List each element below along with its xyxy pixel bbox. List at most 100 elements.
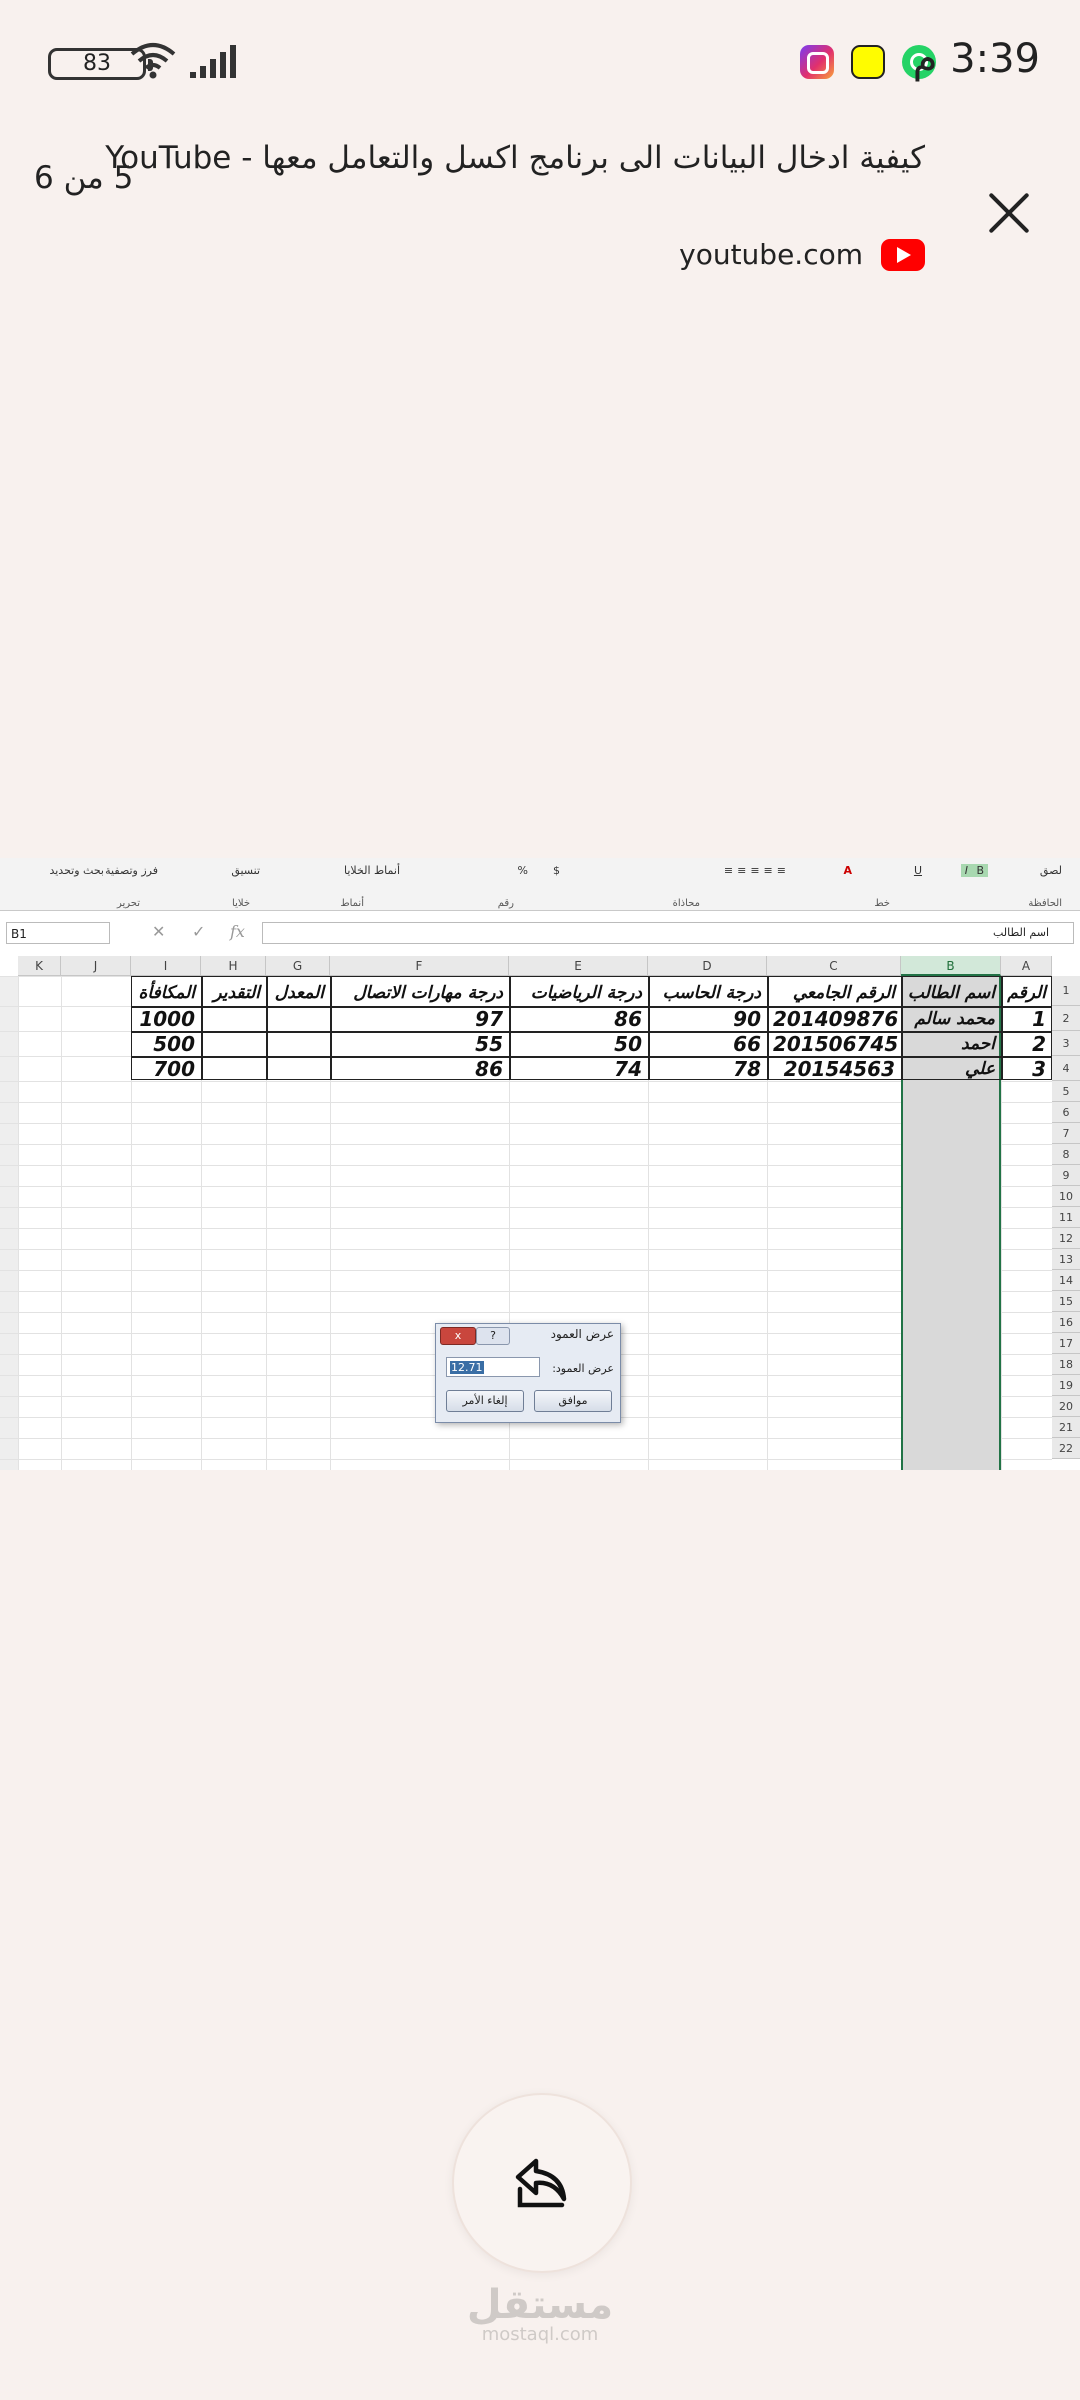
row-header: 1 bbox=[1052, 976, 1080, 1006]
row-header: 6 bbox=[1052, 1102, 1080, 1123]
row-header: 5 bbox=[1052, 1081, 1080, 1102]
gridline bbox=[0, 1081, 1052, 1082]
column-header: J bbox=[61, 956, 131, 976]
gridline bbox=[0, 1144, 1052, 1145]
fx-icon: fx bbox=[230, 922, 245, 941]
gridline bbox=[0, 1438, 1052, 1439]
gridline bbox=[61, 976, 62, 1470]
table-cell: 66 bbox=[733, 1032, 761, 1056]
group-styles: أنماط bbox=[340, 898, 364, 909]
column-header: I bbox=[131, 956, 201, 976]
table-cell bbox=[266, 1057, 330, 1081]
paste-button: لصق bbox=[1039, 864, 1062, 877]
row-header: 20 bbox=[1052, 1396, 1080, 1417]
column-width-input[interactable]: 12.71 bbox=[446, 1357, 540, 1377]
table-cell bbox=[201, 1057, 266, 1081]
table-cell: 500 bbox=[153, 1032, 195, 1056]
table-cell: 86 bbox=[614, 1007, 642, 1031]
row-header: 21 bbox=[1052, 1417, 1080, 1438]
row-header: 9 bbox=[1052, 1165, 1080, 1186]
table-header-cell: درجة مهارات الاتصال bbox=[353, 983, 503, 1003]
source-link[interactable]: youtube.com bbox=[679, 238, 925, 271]
row-header: 18 bbox=[1052, 1354, 1080, 1375]
row-header: 11 bbox=[1052, 1207, 1080, 1228]
row-header: 14 bbox=[1052, 1270, 1080, 1291]
excel-screenshot: لصق B I U A ≡≡≡≡≡ $ % أنماط الخلايا تنسي… bbox=[0, 858, 1080, 1470]
gridline bbox=[0, 1102, 1052, 1103]
table-cell: محمد سالم bbox=[914, 1009, 995, 1029]
group-clipboard: الحافظة bbox=[1028, 898, 1062, 909]
table-cell bbox=[201, 1007, 266, 1031]
column-header: C bbox=[767, 956, 901, 976]
table-header-cell: اسم الطالب bbox=[907, 983, 995, 1003]
format-button: تنسيق bbox=[231, 864, 260, 877]
ok-button[interactable]: موافق bbox=[534, 1390, 612, 1412]
row-header: 2 bbox=[1052, 1006, 1080, 1031]
group-font: خط bbox=[874, 898, 890, 909]
check-icon: ✓ bbox=[192, 922, 206, 941]
table-cell: علي bbox=[965, 1059, 995, 1079]
column-width-dialog: x ? عرض العمود عرض العمود: 12.71 موافق إ… bbox=[435, 1323, 621, 1423]
column-header: F bbox=[330, 956, 509, 976]
page-title: كيفية ادخال البيانات الى برنامج اكسل وال… bbox=[105, 140, 925, 176]
gridline bbox=[0, 1459, 1052, 1460]
column-header: B bbox=[901, 956, 1001, 976]
gridline bbox=[0, 1249, 1052, 1250]
table-header-cell: الرقم bbox=[1007, 983, 1046, 1003]
table-cell: 2 bbox=[1032, 1032, 1046, 1056]
underline-button: U bbox=[913, 864, 922, 877]
row-header: 3 bbox=[1052, 1031, 1080, 1056]
table-cell: 20154563 bbox=[783, 1057, 895, 1081]
table-cell: 86 bbox=[475, 1057, 503, 1081]
sheet-grid: A B C D E F G H I J K 1 2 3 4 5 6 7 8 9 10 11 12 13 1… bbox=[0, 956, 1080, 1470]
column-header: A bbox=[1001, 956, 1052, 976]
formula-input: اسم الطالب bbox=[262, 922, 1074, 944]
cancel-button[interactable]: إلغاء الأمر bbox=[446, 1390, 524, 1412]
font-color-icon: A bbox=[843, 864, 852, 877]
table-cell: 1 bbox=[1032, 1007, 1046, 1031]
table-header-cell: المعدل bbox=[274, 983, 324, 1003]
table-cell: 55 bbox=[475, 1032, 503, 1056]
table-cell: 1000 bbox=[139, 1007, 195, 1031]
cell-styles-button: أنماط الخلايا bbox=[344, 864, 400, 877]
table-cell: احمد bbox=[961, 1034, 995, 1054]
gridline bbox=[0, 1312, 1052, 1313]
gridline bbox=[0, 1228, 1052, 1229]
align-icons: ≡≡≡≡≡ bbox=[723, 864, 790, 877]
column-header: E bbox=[509, 956, 648, 976]
table-cell: 201506745 bbox=[773, 1032, 899, 1056]
row-header: 7 bbox=[1052, 1123, 1080, 1144]
table-cell: 97 bbox=[475, 1007, 503, 1031]
table-header-cell: التقدير bbox=[213, 983, 260, 1003]
row-header: 17 bbox=[1052, 1333, 1080, 1354]
table-cell: 90 bbox=[733, 1007, 761, 1031]
italic-button: I bbox=[960, 864, 972, 877]
status-bar: 83 3:39 م bbox=[0, 0, 1080, 130]
share-button[interactable] bbox=[452, 2093, 632, 2273]
row-header: 4 bbox=[1052, 1056, 1080, 1081]
gridline bbox=[0, 1291, 1052, 1292]
snapchat-icon bbox=[851, 45, 885, 79]
table-cell bbox=[266, 1007, 330, 1031]
table-cell: 700 bbox=[153, 1057, 195, 1081]
formula-bar: B1 ✕ ✓ fx اسم الطالب bbox=[0, 916, 1080, 950]
table-cell: 201409876 bbox=[773, 1007, 899, 1031]
wifi-icon bbox=[130, 43, 176, 79]
dialog-close-button[interactable]: x bbox=[440, 1327, 476, 1345]
close-icon[interactable] bbox=[986, 190, 1032, 236]
group-number: رقم bbox=[497, 898, 514, 909]
table-cell: 78 bbox=[733, 1057, 761, 1081]
sort-filter-button: فرز وتصفية bbox=[105, 864, 158, 877]
share-icon bbox=[515, 2158, 567, 2208]
row-header: 19 bbox=[1052, 1375, 1080, 1396]
name-box: B1 bbox=[6, 922, 110, 944]
column-header: H bbox=[201, 956, 266, 976]
table-header-cell: المكافأة bbox=[138, 983, 195, 1003]
table-cell bbox=[266, 1032, 330, 1056]
table-cell: 74 bbox=[614, 1057, 642, 1081]
table-header-cell: درجة الرياضيات bbox=[530, 983, 642, 1003]
cancel-icon: ✕ bbox=[152, 922, 166, 941]
row-header: 12 bbox=[1052, 1228, 1080, 1249]
dialog-help-button[interactable]: ? bbox=[476, 1327, 510, 1345]
gridline bbox=[0, 1207, 1052, 1208]
